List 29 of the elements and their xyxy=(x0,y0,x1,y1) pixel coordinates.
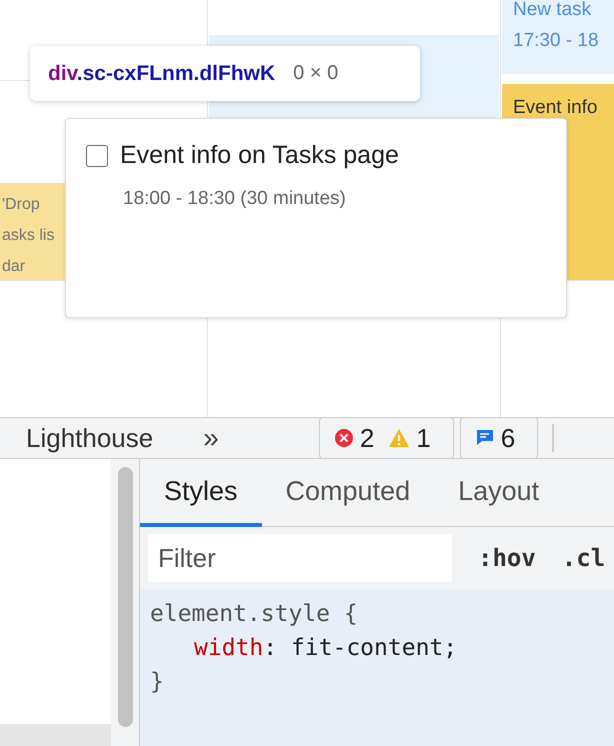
message-icon xyxy=(474,428,495,448)
messages-counter[interactable]: 6 xyxy=(460,417,538,459)
panel-tab[interactable]: Layout xyxy=(434,459,564,527)
event-text: 'Drop xyxy=(2,195,41,215)
toggle-button[interactable]: .cl xyxy=(562,544,606,572)
more-tabs-button[interactable]: » xyxy=(203,422,219,454)
rule-selector: element.style { xyxy=(150,600,359,629)
event-text: dar xyxy=(2,257,26,277)
lighthouse-tab[interactable]: Lighthouse xyxy=(26,422,154,454)
element-size: 0 × 0 xyxy=(293,62,338,85)
event-text: New task xyxy=(513,0,592,22)
selected-row[interactable] xyxy=(0,724,111,746)
event-title: Event info on Tasks page xyxy=(120,141,399,170)
issues-counter[interactable]: 2 1 xyxy=(318,417,454,459)
error-icon xyxy=(334,428,354,448)
filter-field[interactable]: Filter xyxy=(148,534,452,582)
checkbox[interactable] xyxy=(86,144,108,166)
event-text: Event info xyxy=(513,96,598,120)
event-text: asks lis xyxy=(2,226,56,246)
event-time: 18:00 - 18:30 (30 minutes) xyxy=(123,188,347,210)
scrollbar-thumb[interactable] xyxy=(118,467,132,727)
toggle-button[interactable]: :hov xyxy=(478,544,536,572)
rule-close: } xyxy=(150,668,165,697)
panel-tab[interactable]: Styles xyxy=(140,459,262,527)
event-text: 17:30 - 18 xyxy=(513,29,600,53)
panel-tab[interactable]: Computed xyxy=(262,459,434,527)
element-selector: div.sc-cxFLnm.dlFhwK xyxy=(48,62,276,86)
warning-icon xyxy=(388,428,410,448)
style-declaration: width: fit-content; xyxy=(193,634,458,663)
